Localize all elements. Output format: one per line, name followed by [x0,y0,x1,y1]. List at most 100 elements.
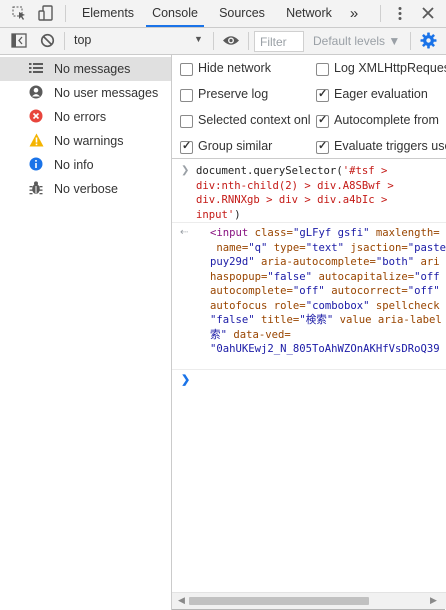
sidebar-item-label: No warnings [54,134,124,148]
command-string: '#tsf > [342,165,388,177]
checkbox[interactable] [316,87,329,102]
error-icon [29,109,43,123]
attr-name: autocomplete= [210,285,293,297]
attr-value: "false" [267,270,313,283]
divider [172,222,446,223]
result-arrow-icon: ⇠ [180,227,189,238]
device-toolbar-icon[interactable] [38,5,54,24]
attr-value: "off [414,270,440,283]
console-settings-panel: Hide network Preserve log Selected conte… [172,55,446,159]
console-toolbar: top ▼ Filter Default levels ▼ [0,28,446,55]
command-code: document.querySelector( [196,165,343,177]
attr-name: ari [414,256,440,268]
attr-value: "text" [305,241,344,254]
list-icon [29,61,43,75]
attr-value: puy29d" [210,256,255,268]
command-string: div.RNNXgb > div > div.a4bIc > [196,194,388,206]
live-expression-eye-icon[interactable] [222,34,240,50]
tab-sources[interactable]: Sources [212,0,272,27]
tab-console[interactable]: Console [146,0,204,27]
attr-name: spellcheck [369,299,440,312]
info-icon [29,157,43,171]
checkbox[interactable] [316,113,329,128]
scroll-left-arrow-icon[interactable]: ◀ [178,595,185,606]
option-label: Autocomplete from [334,113,439,127]
attr-name: aria-label [371,314,442,326]
filter-placeholder: Filter [260,35,287,49]
console-result-element[interactable]: <input class="gLFyf gsfi" maxlength= nam… [210,226,446,357]
divider [410,32,411,50]
divider [248,32,249,50]
close-icon[interactable] [421,6,435,23]
scrollbar-thumb[interactable] [189,597,369,605]
attr-value: "q" [248,241,268,254]
sidebar-item-label: No errors [54,110,107,124]
attr-value: "off" [407,285,440,297]
attr-value: "gLFyf gsfi" [292,227,370,239]
more-options-icon[interactable] [394,6,406,24]
sidebar-item-warnings[interactable]: No warnings [0,129,171,153]
clear-console-icon[interactable] [40,33,55,51]
checkbox[interactable] [180,139,193,154]
sidebar-toggle-icon[interactable] [11,33,27,51]
attr-name: role= [267,299,306,312]
option-label: Log XMLHttpReques [334,61,446,75]
command-string: div:nth-child(2) > div.A8SBwf > [196,179,394,192]
attr-name: class= [248,227,293,239]
sidebar-item-info[interactable]: No info [0,153,171,177]
context-dropdown-icon[interactable]: ▼ [194,34,203,44]
attr-value: "0ahUKEwj2_N_805ToAhWZOnAKHfVsDRoQ39 [210,343,440,355]
checkbox[interactable] [316,139,329,154]
command-string: input' [196,208,235,221]
warning-icon [29,133,44,147]
attr-name: data-ved= [226,328,291,341]
user-icon [29,85,43,99]
option-label: Evaluate triggers use [334,139,446,153]
log-levels-dropdown[interactable]: Default levels ▼ [313,34,400,48]
attr-name: title= [254,314,300,326]
divider [64,32,65,50]
context-selector[interactable]: top [74,33,91,47]
bug-icon [29,181,43,195]
scroll-right-arrow-icon[interactable]: ▶ [430,595,437,606]
option-label: Group similar [198,139,273,153]
attr-name: jsaction= [343,241,408,254]
inspect-element-icon[interactable] [12,6,27,24]
checkbox[interactable] [180,63,193,76]
attr-value: "off" [292,285,325,297]
sidebar-item-user-messages[interactable]: No user messages [0,81,171,105]
attr-value: "false" [210,314,255,326]
tab-elements[interactable]: Elements [78,0,138,27]
sidebar-item-verbose[interactable]: No verbose [0,177,171,201]
attr-name: autocapitalize= [312,270,415,283]
sidebar-item-label: No user messages [54,86,159,100]
attr-value: "both" [375,256,415,268]
attr-name: value [333,314,372,326]
option-label: Hide network [198,61,271,75]
input-chevron-icon: ❯ [181,165,190,176]
sidebar-item-messages[interactable]: No messages [0,57,171,81]
attr-name: type= [267,241,306,254]
html-tag: <input [210,227,249,239]
console-settings-gear-icon[interactable] [420,32,437,52]
horizontal-scrollbar[interactable]: ◀ ▶ [172,592,446,609]
more-tabs-button[interactable]: » [344,0,364,27]
command-code: ) [234,208,241,221]
checkbox[interactable] [316,63,329,76]
attr-name: name= [210,241,249,254]
option-label: Selected context onl [198,113,311,127]
attr-value: "paste [407,241,446,254]
attr-name: autofocus [210,299,268,312]
sidebar-item-label: No messages [54,62,131,76]
option-label: Preserve log [198,87,269,101]
divider [172,369,446,370]
attr-name: haspopup= [210,270,268,283]
checkbox[interactable] [180,115,193,128]
divider [213,32,214,50]
tab-network[interactable]: Network [280,0,338,27]
divider [65,5,66,22]
sidebar-item-label: No verbose [54,182,118,196]
checkbox[interactable] [180,89,193,102]
sidebar-item-errors[interactable]: No errors [0,105,171,129]
console-prompt-icon[interactable]: ❯ [181,373,190,386]
